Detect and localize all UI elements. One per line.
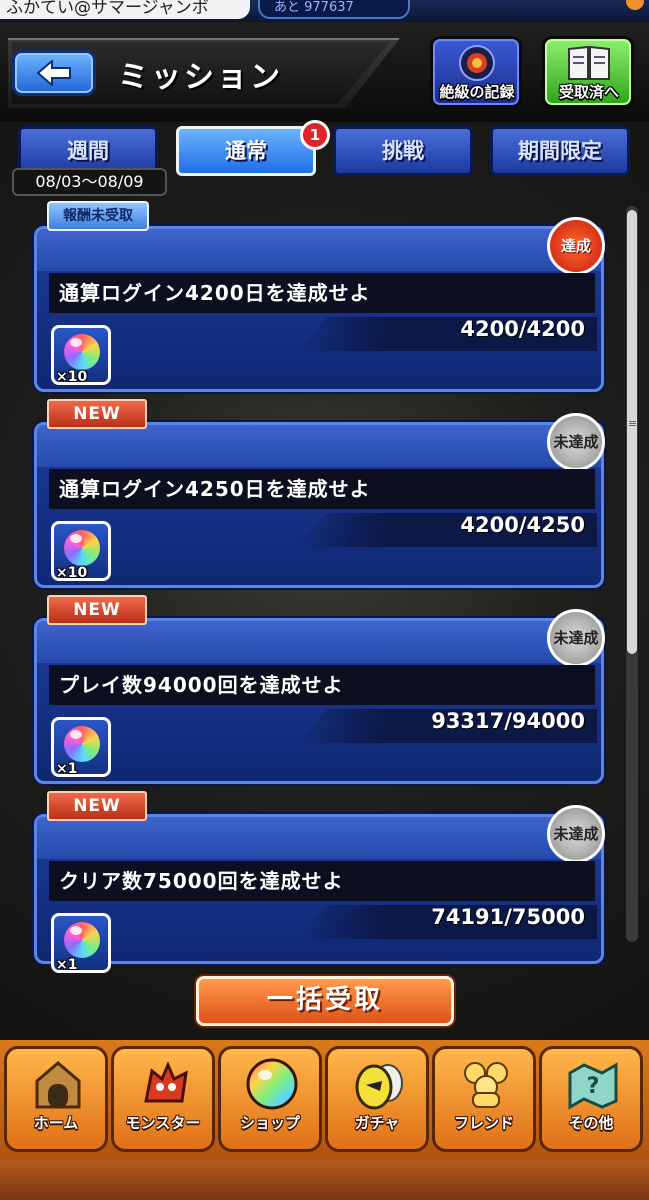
nav-friend[interactable]: フレンド: [432, 1046, 536, 1152]
scroll-grip-icon: ≡: [628, 417, 638, 430]
nav-home-label: ホーム: [33, 1114, 79, 1132]
orb-shine: [70, 534, 82, 543]
nav-gacha-label: ガチャ: [354, 1114, 400, 1132]
mission-card[interactable]: NEW 未達成 通算ログイン4250日を達成せよ 4200/4250 ×10: [34, 399, 605, 588]
tab-limited-time[interactable]: 期間限定: [490, 126, 630, 176]
map-icon: ?: [568, 1062, 618, 1110]
new-tag: NEW: [47, 399, 147, 429]
nav-other[interactable]: ? その他: [539, 1046, 643, 1152]
page-title: ミッション: [118, 60, 283, 95]
claim-all-button[interactable]: 一括受取: [196, 976, 454, 1026]
orb-icon: [64, 922, 100, 958]
received-button-label: 受取済へ: [558, 83, 619, 101]
mission-title: 通算ログイン4250日を達成せよ: [49, 469, 595, 509]
friends-icon: [464, 1062, 508, 1108]
nav-monster[interactable]: モンスター: [111, 1046, 215, 1152]
back-button[interactable]: [12, 50, 96, 96]
egg-icon: [355, 1064, 403, 1110]
nav-shop[interactable]: ショップ: [218, 1046, 322, 1152]
new-tag: NEW: [47, 791, 147, 821]
nav-friend-label: フレンド: [453, 1114, 514, 1132]
reward-count: ×10: [56, 565, 88, 581]
reward-count: ×1: [56, 957, 78, 973]
tab-normal[interactable]: 通常: [176, 126, 316, 176]
mission-title: プレイ数94000回を達成せよ: [49, 665, 595, 705]
mission-progress: 4200/4200: [460, 317, 585, 341]
remaining-counter: あと 977637: [258, 0, 410, 19]
orb-icon: [64, 530, 100, 566]
monster-icon: [144, 1061, 188, 1103]
orb-shine: [70, 926, 82, 935]
nav-shop-label: ショップ: [239, 1114, 300, 1132]
status-badge: 達成: [547, 217, 605, 275]
record-button[interactable]: 絶級の記録: [430, 36, 522, 108]
orb-icon: [64, 726, 100, 762]
record-button-label: 絶級の記録: [439, 83, 515, 101]
mission-card[interactable]: 報酬未受取 達成 通算ログイン4200日を達成せよ 4200/4200 ×10: [34, 201, 605, 392]
mission-card[interactable]: NEW 未達成 プレイ数94000回を達成せよ 93317/94000 ×1: [34, 595, 605, 784]
new-tag: NEW: [47, 595, 147, 625]
reward-item: ×1: [51, 717, 111, 777]
home-icon: [35, 1061, 81, 1109]
nav-home[interactable]: ホーム: [4, 1046, 108, 1152]
book-icon: [568, 45, 610, 80]
card-header: [37, 621, 601, 663]
svg-text:?: ?: [587, 1074, 600, 1099]
back-arrow-icon: [36, 60, 71, 86]
nav-gacha[interactable]: ガチャ: [325, 1046, 429, 1152]
card-header: [37, 229, 601, 271]
orb-shine: [70, 338, 82, 347]
orb-icon: [246, 1058, 298, 1110]
unclaimed-tag: 報酬未受取: [47, 201, 149, 231]
orb-icon: [64, 334, 100, 370]
reward-count: ×1: [56, 761, 78, 777]
card-header: [37, 817, 601, 859]
status-badge: 未達成: [547, 413, 605, 471]
mission-progress: 4200/4250: [460, 513, 585, 537]
status-badge: 未達成: [547, 609, 605, 667]
bottom-nav-strip: [0, 1160, 649, 1200]
received-button[interactable]: 受取済へ: [542, 36, 634, 108]
mission-progress: 93317/94000: [431, 709, 585, 733]
mission-progress: 74191/75000: [431, 905, 585, 929]
mission-card[interactable]: NEW 未達成 クリア数75000回を達成せよ 74191/75000 ×1: [34, 791, 605, 973]
date-range: 08/03〜08/09: [12, 168, 167, 196]
card-header: [37, 425, 601, 467]
username: ふかてい@サマージャンボ: [0, 0, 250, 19]
status-badge: 未達成: [547, 805, 605, 863]
nav-monster-label: モンスター: [125, 1114, 201, 1132]
mission-title: クリア数75000回を達成せよ: [49, 861, 595, 901]
reward-count: ×10: [56, 369, 88, 385]
mission-title: 通算ログイン4200日を達成せよ: [49, 273, 595, 313]
record-emblem-icon: [459, 45, 495, 81]
reward-item: ×1: [51, 913, 111, 973]
reward-item: ×10: [51, 325, 111, 385]
orb-shine: [70, 730, 82, 739]
reward-item: ×10: [51, 521, 111, 581]
nav-other-label: その他: [568, 1114, 614, 1132]
tab-challenge[interactable]: 挑戦: [333, 126, 473, 176]
notification-badge: 1: [300, 120, 330, 150]
